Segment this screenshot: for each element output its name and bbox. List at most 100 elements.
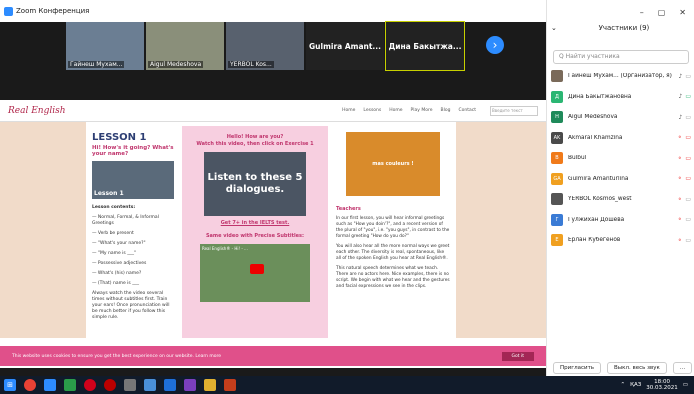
nav-item[interactable]: Contact	[458, 108, 476, 113]
nav-item[interactable]: Play More	[411, 108, 433, 113]
teachers-text: This natural speech determines what we t…	[336, 266, 450, 289]
play-icon[interactable]	[249, 264, 264, 275]
edge-icon[interactable]	[164, 379, 176, 391]
participant-name: Ерлан Кубегенов	[568, 237, 621, 244]
window-title: Zoom Конференция	[16, 7, 90, 15]
more-button[interactable]: ...	[672, 362, 693, 374]
windows-start-icon[interactable]: ⊞	[4, 379, 16, 391]
embedded-video[interactable]: Real English® - Hi! - ...	[200, 244, 310, 302]
participant-avatar: AK	[551, 131, 563, 144]
video-tile-name: Гайнеш Мухам...	[68, 61, 125, 68]
nav-item[interactable]: Blog	[441, 108, 451, 113]
chevron-down-icon[interactable]: ⌄	[551, 24, 557, 32]
notifications-icon[interactable]: ▭	[683, 382, 688, 388]
nav-item[interactable]: Home	[342, 108, 355, 113]
lesson-image[interactable]: Lesson 1	[92, 161, 174, 199]
mic-muted-icon[interactable]: ⚬	[677, 134, 682, 141]
participant-row[interactable]: B Bulbul ⚬ ▭	[547, 148, 694, 169]
video-tile[interactable]: YERBOL Kos...	[226, 22, 304, 70]
cookie-text: This website uses cookies to ensure you …	[12, 353, 222, 359]
participant-name: Akmaral Khamzina	[568, 134, 623, 141]
site-header: Real English Home Lessons Home Play More…	[0, 100, 546, 122]
powerpoint-icon[interactable]	[224, 379, 236, 391]
opera-icon[interactable]	[84, 379, 96, 391]
minimize-icon[interactable]: –	[640, 8, 644, 17]
video-tile-name: Дина Бакытжа...	[388, 41, 462, 51]
clock-date: 30.03.2021	[646, 385, 678, 391]
camera-off-icon[interactable]: ▭	[685, 73, 691, 80]
folder-icon[interactable]	[64, 379, 76, 391]
camera-off-icon[interactable]: ▭	[685, 155, 691, 162]
cookie-banner: This website uses cookies to ensure you …	[0, 346, 546, 366]
video-title: Real English® - Hi! - ...	[202, 246, 248, 251]
zoom-taskbar-icon[interactable]	[44, 379, 56, 391]
camera-off-icon[interactable]: ▭	[685, 216, 691, 223]
next-videos-button[interactable]: ›	[486, 36, 504, 54]
mic-icon[interactable]: ♪	[678, 73, 682, 80]
participant-row[interactable]: YERBOL Kosmos_west ⚬ ▭	[547, 189, 694, 210]
shared-screen: Real English Home Lessons Home Play More…	[0, 100, 546, 368]
video-tile[interactable]: Гайнеш Мухам...	[66, 22, 144, 70]
dialogues-image[interactable]: Listen to these 5 dialogues.	[204, 152, 306, 216]
mic-icon[interactable]: ♪	[678, 93, 682, 100]
participant-row[interactable]: Е Ерлан Кубегенов ⚬ ▭	[547, 230, 694, 251]
cookie-accept-button[interactable]: Got it	[501, 351, 534, 361]
mic-muted-icon[interactable]: ⚬	[677, 196, 682, 203]
tray-chevron-icon[interactable]: ⌃	[620, 382, 625, 388]
participant-avatar: Д	[551, 90, 563, 103]
explorer-icon[interactable]	[144, 379, 156, 391]
mic-muted-icon[interactable]: ⚬	[677, 216, 682, 223]
system-tray: ⌃ ҚАЗ 18:00 30.03.2021 ▭	[620, 379, 694, 391]
mic-muted-icon[interactable]: ⚬	[677, 175, 682, 182]
mute-all-button[interactable]: Выкл. весь звук	[607, 362, 667, 374]
video-tile[interactable]: Gulmira Amant...	[306, 22, 384, 70]
participant-row[interactable]: H Aigul Medeshova ♪ ▭	[547, 107, 694, 128]
record-icon[interactable]	[104, 379, 116, 391]
teachers-text: You will also hear all the more normal w…	[336, 244, 450, 261]
panel-title: Участники (9)	[598, 24, 650, 32]
advert-image[interactable]: mas couleurs !	[346, 132, 440, 196]
lang-indicator[interactable]: ҚАЗ	[630, 382, 641, 388]
camera-off-icon[interactable]: ▭	[685, 114, 691, 121]
watch-instruction[interactable]: Watch this video, then click on Exercise…	[182, 141, 328, 148]
camera-icon[interactable]: ▭	[685, 93, 691, 100]
camera-off-icon[interactable]: ▭	[685, 237, 691, 244]
participant-row[interactable]: AK Akmaral Khamzina ⚬ ▭	[547, 128, 694, 149]
chevron-right-icon: ›	[492, 38, 498, 52]
mic-muted-icon[interactable]: ⚬	[677, 155, 682, 162]
app-icon[interactable]	[124, 379, 136, 391]
mic-muted-icon[interactable]: ⚬	[677, 237, 682, 244]
nav-item[interactable]: Lessons	[363, 108, 381, 113]
participant-avatar: Г	[551, 213, 563, 226]
participant-row[interactable]: GA Gulmira Amanturlina ⚬ ▭	[547, 169, 694, 190]
video-tile[interactable]: Aigul Medeshova	[146, 22, 224, 70]
panel-header: ⌄ Участники (9)	[547, 24, 694, 32]
site-logo[interactable]: Real English	[8, 106, 66, 116]
close-icon[interactable]: ✕	[679, 8, 686, 17]
participant-avatar: Е	[551, 234, 563, 247]
mic-icon[interactable]: ♪	[678, 114, 682, 121]
contents-title: Lesson contents:	[92, 205, 136, 210]
hello-heading: Hello! How are you?	[226, 134, 284, 140]
window-titlebar: Zoom Конференция	[0, 0, 546, 22]
contents-item: — "My name is ___"	[92, 251, 137, 256]
participant-row[interactable]: Д Дина Бакытжановна ♪ ▭	[547, 87, 694, 108]
ielts-link[interactable]: Get 7+ in the IELTS test.	[182, 220, 328, 227]
nav-item[interactable]: Home	[389, 108, 402, 113]
participant-row[interactable]: Г Гулжихан Дошева ⚬ ▭	[547, 210, 694, 231]
invite-button[interactable]: Пригласить	[553, 362, 602, 374]
camera-off-icon[interactable]: ▭	[685, 196, 691, 203]
camera-off-icon[interactable]: ▭	[685, 134, 691, 141]
participant-search-input[interactable]: Q Найти участника	[553, 50, 689, 64]
site-search-input[interactable]: Введите текст	[490, 105, 538, 116]
video-tile-active[interactable]: Дина Бакытжа...	[385, 21, 465, 71]
clock[interactable]: 18:00 30.03.2021	[646, 379, 678, 391]
files-icon[interactable]	[204, 379, 216, 391]
camera-off-icon[interactable]: ▭	[685, 175, 691, 182]
contents-item: — Possessive adjectives	[92, 261, 147, 266]
vs-icon[interactable]	[184, 379, 196, 391]
chrome-icon[interactable]	[24, 379, 36, 391]
participant-avatar: H	[551, 111, 563, 124]
maximize-icon[interactable]: ▢	[658, 8, 666, 17]
participant-row[interactable]: Гайнеш Мухам... (Организатор, я) ♪ ▭	[547, 66, 694, 87]
